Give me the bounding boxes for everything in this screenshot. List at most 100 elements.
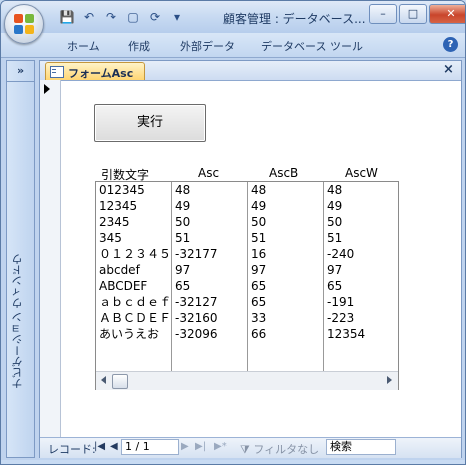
- list-item[interactable]: ABCDEF 65 65 65: [96, 279, 396, 295]
- form-icon: [50, 66, 64, 78]
- quick-access-toolbar: 💾 ↶ ↷ ▢ ⟳ ▾: [59, 8, 185, 26]
- run-button[interactable]: 実行: [94, 104, 206, 142]
- undo-icon[interactable]: ↶: [81, 9, 97, 25]
- cell-ascw: 51: [327, 231, 343, 245]
- tab-database-tools[interactable]: データベース ツール: [261, 38, 363, 54]
- cell-asc: -32127: [175, 295, 218, 309]
- list-item[interactable]: 12345 49 49 49: [96, 199, 396, 215]
- list-item[interactable]: 2345 50 50 50: [96, 215, 396, 231]
- cell-argument: 345: [99, 231, 122, 245]
- cell-ascw: 50: [327, 215, 343, 229]
- results-list-box[interactable]: 012345 48 48 48 12345 49 49 49 2345 50 50 50 345 51 51…: [95, 181, 399, 390]
- list-item[interactable]: 345 51 51 51: [96, 231, 396, 247]
- cell-ascb: 51: [251, 231, 267, 245]
- customize-dropdown-icon[interactable]: ▾: [169, 9, 185, 25]
- title-bar: 💾 ↶ ↷ ▢ ⟳ ▾ 顧客管理 : データベース... – □ ✕: [1, 1, 465, 33]
- cell-argument: 012345: [99, 183, 145, 197]
- scroll-right-icon[interactable]: [387, 376, 392, 384]
- ribbon-tabs: ホーム 作成 外部データ データベース ツール ?: [1, 33, 465, 58]
- document-tab-label: フォームAsc: [68, 67, 134, 80]
- search-field[interactable]: 検索: [326, 439, 396, 455]
- office-logo-icon: [14, 14, 34, 34]
- application-window: 💾 ↶ ↷ ▢ ⟳ ▾ 顧客管理 : データベース... – □ ✕ ホーム 作…: [0, 0, 466, 465]
- cell-ascw: 48: [327, 183, 343, 197]
- cell-ascb: 16: [251, 247, 267, 261]
- cell-argument: あいうえお: [99, 327, 160, 341]
- column-header-ascw: AscW: [345, 166, 378, 180]
- horizontal-scrollbar[interactable]: [96, 371, 398, 390]
- scroll-thumb[interactable]: [112, 374, 128, 389]
- list-item[interactable]: あいうえお -32096 66 12354: [96, 327, 396, 343]
- window-title: 顧客管理 : データベース...: [223, 12, 366, 26]
- cell-asc: -32096: [175, 327, 218, 341]
- column-header-ascb: AscB: [269, 166, 299, 180]
- nav-pane-toggle-button[interactable]: »: [7, 61, 34, 82]
- navigation-pane: » ナビゲーション ウィンドウ: [6, 60, 35, 458]
- current-record-field[interactable]: 1 / 1: [121, 439, 179, 455]
- office-button[interactable]: [4, 4, 44, 44]
- filter-icon: ⧩: [240, 443, 250, 456]
- next-record-icon[interactable]: ▶: [181, 441, 189, 452]
- minimize-button[interactable]: –: [369, 4, 397, 24]
- new-record-icon[interactable]: ▶*: [214, 441, 227, 452]
- cell-asc: 97: [175, 263, 191, 277]
- cell-asc: 48: [175, 183, 191, 197]
- cell-argument: ABCDEF: [99, 279, 148, 293]
- cell-asc: 51: [175, 231, 191, 245]
- cell-ascb: 65: [251, 279, 267, 293]
- cell-argument: 2345: [99, 215, 130, 229]
- cell-ascb: 48: [251, 183, 267, 197]
- first-record-icon[interactable]: |◀: [94, 441, 105, 452]
- close-document-button[interactable]: ×: [443, 62, 454, 77]
- list-item[interactable]: ａｂｃｄｅｆ -32127 65 -191: [96, 295, 396, 311]
- new-document-icon[interactable]: ▢: [125, 9, 141, 25]
- cell-ascw: 49: [327, 199, 343, 213]
- current-record-arrow-icon: [44, 84, 50, 94]
- list-item[interactable]: ＡＢＣＤＥＦ -32160 33 -223: [96, 311, 396, 327]
- cell-argument: ａｂｃｄｅｆ: [99, 295, 172, 309]
- record-label: レコード:: [48, 443, 96, 456]
- column-header-asc: Asc: [198, 166, 220, 180]
- filter-status[interactable]: ⧩ フィルタなし: [240, 441, 319, 457]
- cell-ascb: 66: [251, 327, 267, 341]
- list-item[interactable]: ０１２３４５ -32177 16 -240: [96, 247, 396, 263]
- document-tab-bar: フォームAsc ×: [40, 61, 461, 81]
- cell-ascw: -191: [327, 295, 355, 309]
- refresh-icon[interactable]: ⟳: [147, 9, 163, 25]
- tab-create[interactable]: 作成: [128, 38, 150, 54]
- cell-argument: ＡＢＣＤＥＦ: [99, 311, 172, 325]
- help-icon[interactable]: ?: [443, 37, 458, 52]
- document-tab[interactable]: フォームAsc: [45, 62, 145, 80]
- tab-external-data[interactable]: 外部データ: [180, 38, 235, 54]
- form-window: フォームAsc × 実行 引数文字 Asc AscB AscW 012345 48…: [39, 60, 462, 458]
- cell-asc: 50: [175, 215, 191, 229]
- list-item[interactable]: 012345 48 48 48: [96, 183, 396, 199]
- tab-home[interactable]: ホーム: [67, 38, 100, 54]
- filter-label: フィルタなし: [253, 443, 320, 456]
- cell-ascw: 97: [327, 263, 343, 277]
- close-window-button[interactable]: ✕: [429, 4, 465, 24]
- cell-ascw: -240: [327, 247, 355, 261]
- cell-ascb: 50: [251, 215, 267, 229]
- scroll-left-icon[interactable]: [101, 376, 106, 384]
- save-icon[interactable]: 💾: [59, 9, 75, 25]
- cell-ascb: 33: [251, 311, 267, 325]
- cell-asc: 49: [175, 199, 191, 213]
- maximize-button[interactable]: □: [399, 4, 427, 24]
- previous-record-icon[interactable]: ◀: [110, 441, 118, 452]
- record-selector[interactable]: [40, 80, 61, 437]
- list-item[interactable]: abcdef 97 97 97: [96, 263, 396, 279]
- cell-asc: -32177: [175, 247, 218, 261]
- cell-ascw: -223: [327, 311, 355, 325]
- cell-argument: ０１２３４５: [99, 247, 172, 261]
- cell-ascw: 12354: [327, 327, 366, 341]
- redo-icon[interactable]: ↷: [103, 9, 119, 25]
- cell-argument: abcdef: [99, 263, 140, 277]
- cell-argument: 12345: [99, 199, 138, 213]
- last-record-icon[interactable]: ▶|: [195, 441, 206, 452]
- cell-asc: 65: [175, 279, 191, 293]
- window-controls: – □ ✕: [367, 4, 465, 24]
- cell-ascb: 65: [251, 295, 267, 309]
- nav-pane-label[interactable]: ナビゲーション ウィンドウ: [10, 191, 30, 451]
- cell-ascb: 49: [251, 199, 267, 213]
